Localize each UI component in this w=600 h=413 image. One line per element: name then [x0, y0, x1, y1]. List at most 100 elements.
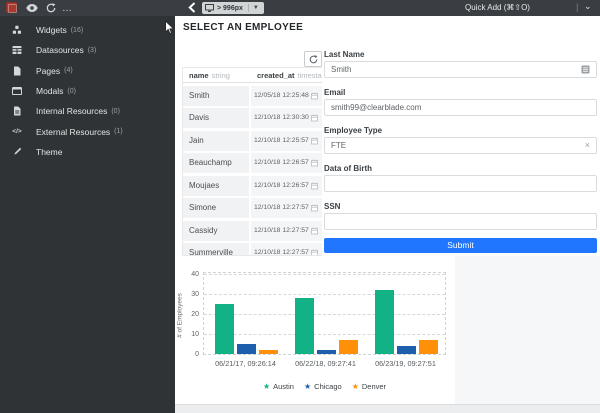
calendar-icon	[311, 182, 318, 190]
field-value: FTE	[331, 141, 585, 150]
legend-star-icon: ★	[352, 383, 359, 391]
legend-item-austin[interactable]: ★Austin	[263, 382, 294, 391]
submit-button[interactable]: Submit	[324, 238, 597, 253]
employee-name-cell: Moujaes	[183, 176, 249, 196]
refresh-icon[interactable]	[46, 3, 56, 13]
email-input[interactable]: smith99@clearblade.com	[324, 99, 597, 116]
monitor-icon	[205, 4, 214, 13]
table-row[interactable]: Smith12/05/18 12:25:48	[183, 86, 322, 106]
table-row[interactable]: Summerville12/10/18 12:27:57	[183, 243, 322, 256]
sidebar-item-pages[interactable]: Pages (4)	[0, 61, 175, 81]
form-field-last-name: Last NameSmith	[324, 50, 597, 78]
y-tick-label: 0	[175, 351, 199, 358]
back-button[interactable]	[188, 2, 196, 12]
menu-icon[interactable]	[581, 65, 590, 74]
field-value: Smith	[331, 65, 581, 74]
table-header: namestringcreated_attimestamp	[183, 68, 322, 83]
ssn-input[interactable]	[324, 213, 597, 230]
panel-background	[455, 256, 600, 404]
employee-name-cell: Summerville	[183, 243, 249, 256]
sidebar-item-label: Theme	[36, 147, 62, 157]
sidebar-item-count: (16)	[71, 27, 83, 34]
sidebar-item-widgets[interactable]: Widgets (16)	[0, 20, 175, 40]
bar-austin-0	[215, 304, 234, 354]
table-row[interactable]: Davis12/10/18 12:30:30	[183, 108, 322, 128]
legend-item-chicago[interactable]: ★Chicago	[304, 382, 342, 391]
bar-chicago-0	[237, 344, 256, 354]
employee-form: Last NameSmithEmailsmith99@clearblade.co…	[324, 50, 597, 240]
sidebar-item-count: (4)	[64, 67, 73, 74]
column-header-created_at: created_attimestamp	[251, 71, 322, 80]
table-row[interactable]: Jain12/10/18 12:25:57	[183, 131, 322, 151]
y-tick-label: 10	[175, 331, 199, 338]
external-resources-icon: </>	[12, 127, 22, 137]
field-label: Employee Type	[324, 126, 597, 135]
sidebar-item-internal-resources[interactable]: Internal Resources(0)	[0, 101, 175, 121]
form-field-date-of-birth: Data of Birth	[324, 164, 597, 192]
created-at-cell: 12/10/18 12:27:57	[251, 243, 322, 256]
x-tick-label: 06/23/19, 09:27:51	[346, 359, 466, 368]
legend-label: Austin	[273, 382, 294, 391]
quick-add-button[interactable]: Quick Add (⌘⇧O)	[430, 0, 565, 16]
theme-icon	[12, 147, 22, 157]
form-field-employee-type: Employee Type FTE×	[324, 126, 597, 154]
form-field-ssn: SSN	[324, 202, 597, 230]
calendar-icon	[311, 249, 318, 256]
legend-item-denver[interactable]: ★Denver	[352, 382, 386, 391]
x-tick-label: 06/22/18, 09:27:41	[266, 359, 386, 368]
chart-plot-area	[203, 272, 446, 355]
calendar-icon	[311, 227, 318, 235]
legend-label: Denver	[362, 382, 386, 391]
more-options-icon[interactable]: …	[62, 3, 73, 13]
bar-chicago-2	[397, 346, 416, 354]
app-window: … > 996px ▼ Quick Add (⌘⇧O) | ⌄ Widgets (…	[0, 0, 600, 413]
sidebar-item-datasources[interactable]: Datasources(3)	[0, 40, 175, 60]
table-row[interactable]: Beauchamp12/10/18 12:26:57	[183, 153, 322, 173]
sidebar-item-label: Internal Resources	[36, 106, 107, 116]
sidebar-item-label: Widgets	[36, 25, 67, 35]
chart-y-axis-label: # of Employees	[177, 285, 184, 347]
employee-name-cell: Davis	[183, 108, 249, 128]
x-tick-label: 06/21/17, 09:26:14	[186, 359, 306, 368]
employee-type-input[interactable]: FTE×	[324, 137, 597, 154]
viewport-size-selector[interactable]: > 996px ▼	[202, 2, 264, 14]
calendar-icon	[311, 114, 318, 122]
sidebar-item-label: External Resources	[36, 127, 110, 137]
divider: |	[576, 2, 578, 12]
table-row[interactable]: Cassidy12/10/18 12:27:57	[183, 221, 322, 241]
pages-icon	[12, 66, 22, 76]
created-at-cell: 12/10/18 12:27:57	[251, 198, 322, 218]
clear-icon[interactable]: ×	[585, 141, 590, 150]
calendar-icon	[311, 92, 318, 100]
main-content: SELECT AN EMPLOYEE namestringcreated_att…	[175, 16, 600, 413]
sidebar-item-modals[interactable]: Modals (0)	[0, 81, 175, 101]
field-value: smith99@clearblade.com	[331, 103, 590, 112]
sidebar-item-external-resources[interactable]: </>External Resources(1)	[0, 121, 175, 141]
bar-austin-2	[375, 290, 394, 354]
table-refresh-button[interactable]	[304, 51, 322, 67]
bar-austin-1	[295, 298, 314, 354]
table-row[interactable]: Moujaes12/10/18 12:26:57	[183, 176, 322, 196]
preview-eye-icon[interactable]	[26, 3, 38, 13]
employee-name-cell: Smith	[183, 86, 249, 106]
gridline	[204, 294, 445, 295]
sidebar-item-label: Modals	[36, 86, 63, 96]
last-name-input[interactable]: Smith	[324, 61, 597, 78]
legend-star-icon: ★	[263, 383, 270, 391]
topbar: … > 996px ▼ Quick Add (⌘⇧O) | ⌄	[0, 0, 600, 16]
internal-resources-icon	[12, 106, 22, 116]
table-body: Smith12/05/18 12:25:48Davis12/10/18 12:3…	[183, 86, 322, 257]
viewport-size-label: > 996px	[217, 5, 243, 12]
field-label: SSN	[324, 202, 597, 211]
sidebar-item-theme[interactable]: Theme	[0, 142, 175, 162]
sidebar-item-label: Pages	[36, 66, 60, 76]
sidebar: Widgets (16) Datasources(3) Pages (4) Modals (…	[0, 16, 175, 413]
sidebar-item-count: (0)	[67, 88, 76, 95]
date-of-birth-input[interactable]	[324, 175, 597, 192]
calendar-icon	[311, 159, 318, 167]
field-label: Data of Birth	[324, 164, 597, 173]
topbar-dropdown-toggle[interactable]: ⌄	[584, 1, 592, 12]
legend-star-icon: ★	[304, 383, 311, 391]
table-row[interactable]: Simone12/10/18 12:27:57	[183, 198, 322, 218]
datasources-icon	[12, 45, 22, 55]
